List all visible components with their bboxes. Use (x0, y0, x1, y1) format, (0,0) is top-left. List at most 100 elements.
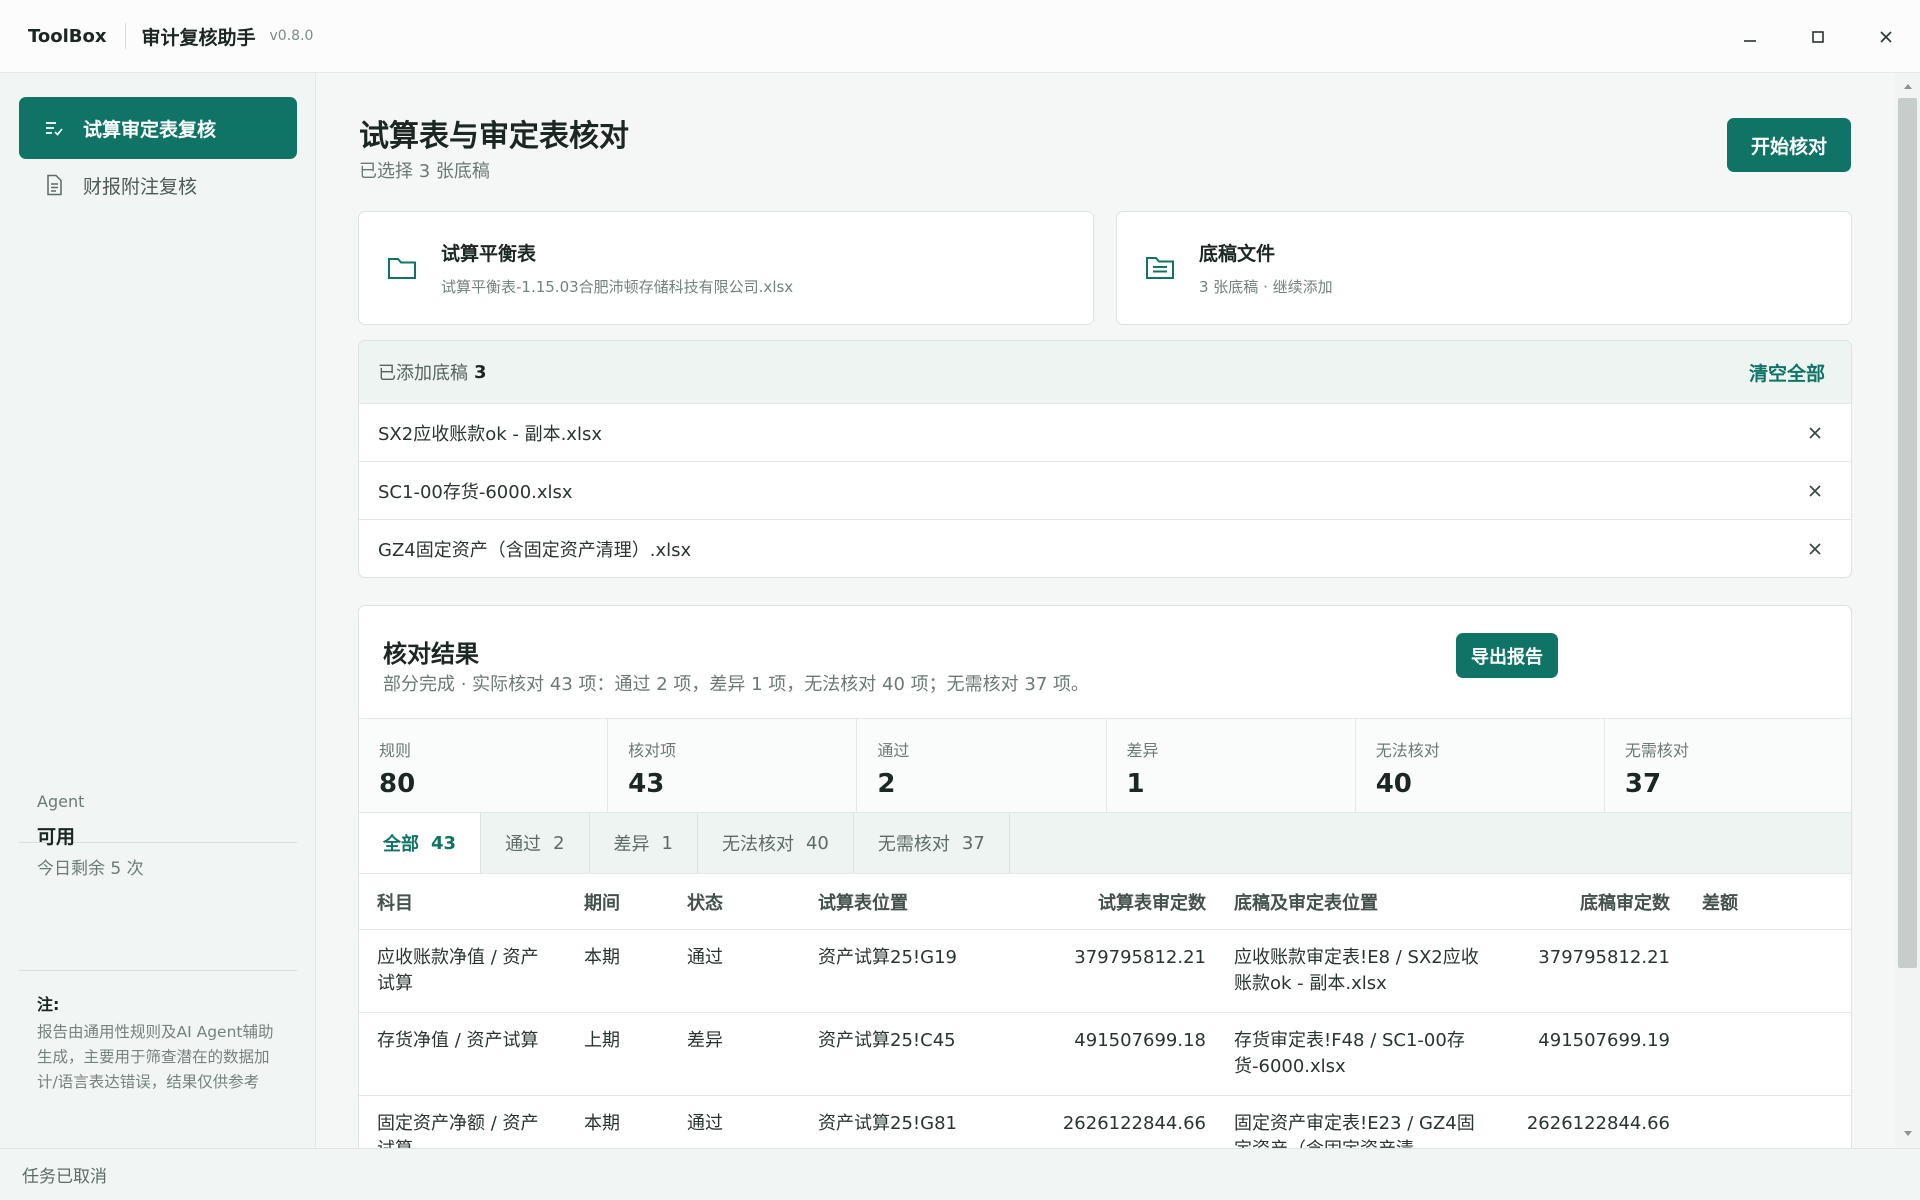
agent-remaining: 今日剩余 5 次 (37, 859, 144, 879)
tab-not-required[interactable]: 无需核对 37 (854, 813, 1010, 873)
close-window-button[interactable] (1852, 0, 1920, 73)
stat-passed: 通过 2 (857, 719, 1107, 812)
trial-balance-title: 试算平衡表 (441, 243, 537, 265)
stat-label: 无法核对 (1375, 741, 1440, 760)
tab-count: 1 (661, 832, 673, 854)
attached-label: 已添加底稿 (378, 363, 468, 384)
sidebar-item-trial-review[interactable]: 试算审定表复核 (19, 97, 297, 159)
cell-difference (1688, 1013, 1851, 1095)
scroll-down-button[interactable] (1898, 1125, 1917, 1143)
tab-passed[interactable]: 通过 2 (481, 813, 590, 873)
stat-value: 2 (877, 769, 896, 799)
tab-count: 37 (961, 832, 985, 854)
workpaper-title: 底稿文件 (1199, 243, 1276, 265)
column-header[interactable]: 差额 (1688, 889, 1851, 915)
filter-tabs: 全部 43 通过 2 差异 1 无法核对 40 无需核对 37 (359, 813, 1851, 874)
stat-rules: 规则 80 (359, 719, 609, 812)
sidebar-item-label: 财报附注复核 (83, 175, 198, 198)
tab-differences[interactable]: 差异 1 (590, 813, 698, 873)
stat-check-items: 核对项 43 (608, 719, 858, 812)
column-header[interactable]: 底稿及审定表位置 (1206, 889, 1508, 915)
stat-value: 37 (1624, 769, 1662, 799)
close-icon (1880, 30, 1892, 43)
table-row[interactable]: 固定资产净额 / 资产试算 本期 通过 资产试算25!G81 262612284… (359, 1096, 1851, 1148)
window-controls (1716, 0, 1920, 73)
app-name: 审计复核助手 (141, 26, 256, 49)
attached-file-name: SX2应收账款ok - 副本.xlsx (378, 423, 602, 445)
title-divider (124, 23, 126, 49)
tab-count: 40 (805, 832, 829, 854)
sidebar-item-notes-review[interactable]: 财报附注复核 (19, 154, 297, 216)
trial-balance-card[interactable]: 试算平衡表 试算平衡表-1.15.03合肥沛顿存储科技有限公司.xlsx (358, 211, 1094, 325)
main-content: 试算表与审定表核对 已选择 3 张底稿 开始核对 试算平衡表 试算平衡表-1.1… (317, 73, 1895, 1148)
export-report-button[interactable]: 导出报告 (1456, 633, 1558, 678)
tab-label: 无需核对 (877, 834, 950, 855)
checklist-icon (43, 117, 65, 139)
remove-file-button[interactable] (1805, 481, 1825, 501)
stat-label: 规则 (379, 741, 412, 760)
workpaper-sub: 3 张底稿 · 继续添加 (1199, 278, 1333, 296)
tab-all[interactable]: 全部 43 (359, 813, 482, 873)
maximize-icon (1812, 30, 1824, 43)
page-subtitle: 已选择 3 张底稿 (359, 161, 490, 182)
clear-all-button[interactable]: 清空全部 (1749, 359, 1825, 386)
column-header[interactable]: 科目 (359, 889, 584, 915)
column-header[interactable]: 底稿审定数 (1508, 889, 1688, 915)
sidebar: 试算审定表复核 财报附注复核 Agent 可用 今日剩余 5 次 注: 报告由通… (0, 73, 316, 1148)
column-header[interactable]: 试算表位置 (818, 889, 1026, 915)
scroll-up-button[interactable] (1898, 77, 1917, 95)
agent-label: Agent (37, 792, 85, 811)
cell-status: 通过 (687, 947, 723, 968)
stat-differences: 差异 1 (1107, 719, 1356, 812)
maximize-button[interactable] (1784, 0, 1852, 73)
cell-tb-location: 资产试算25!G81 (818, 1113, 957, 1134)
column-header[interactable]: 状态 (687, 889, 818, 915)
stat-label: 无需核对 (1624, 741, 1689, 760)
cell-tb-location: 资产试算25!C45 (818, 1030, 956, 1051)
results-summary: 部分完成 · 实际核对 43 项：通过 2 项，差异 1 项，无法核对 40 项… (383, 674, 1089, 695)
table-row[interactable]: 应收账款净值 / 资产试算 本期 通过 资产试算25!G19 379795812… (359, 930, 1851, 1013)
scroll-thumb[interactable] (1898, 98, 1917, 968)
stat-label: 核对项 (628, 741, 677, 760)
note-title: 注: (37, 995, 60, 1014)
sidebar-divider (19, 970, 297, 971)
table-header: 科目 期间 状态 试算表位置 试算表审定数 底稿及审定表位置 底稿审定数 差额 (359, 874, 1851, 930)
cell-status: 差异 (687, 1030, 723, 1051)
cell-difference (1688, 930, 1851, 1012)
start-check-button[interactable]: 开始核对 (1727, 118, 1851, 172)
close-icon (1809, 543, 1821, 555)
remove-file-button[interactable] (1805, 423, 1825, 443)
trial-balance-file: 试算平衡表-1.15.03合肥沛顿存储科技有限公司.xlsx (441, 278, 794, 296)
column-header[interactable]: 期间 (584, 889, 687, 915)
cell-wp-amount: 2626122844.66 (1526, 1113, 1670, 1134)
workpaper-card[interactable]: 底稿文件 3 张底稿 · 继续添加 (1116, 211, 1852, 325)
page-title: 试算表与审定表核对 (359, 119, 629, 154)
stat-label: 差异 (1126, 741, 1159, 760)
brand-label: ToolBox (28, 25, 107, 47)
title-bar: ToolBox 审计复核助手 v0.8.0 (0, 0, 1920, 73)
cell-subject: 固定资产净额 / 资产试算 (377, 1113, 539, 1148)
cell-period: 上期 (584, 1030, 620, 1051)
remove-file-button[interactable] (1805, 539, 1825, 559)
document-icon (43, 174, 65, 196)
list-item: SC1-00存货-6000.xlsx (359, 462, 1851, 520)
file-list-icon (1143, 251, 1177, 285)
table-row[interactable]: 存货净值 / 资产试算 上期 差异 资产试算25!C45 491507699.1… (359, 1013, 1851, 1096)
tab-label: 差异 (613, 834, 650, 855)
stat-not-required: 无需核对 37 (1605, 719, 1851, 812)
list-item: GZ4固定资产（含固定资产清理）.xlsx (359, 520, 1851, 577)
cell-difference (1688, 1096, 1851, 1148)
close-icon (1809, 426, 1821, 439)
cell-wp-location: 应收账款审定表!E8 / SX2应收账款ok - 副本.xlsx (1234, 947, 1479, 994)
column-header[interactable]: 试算表审定数 (1026, 889, 1206, 915)
cell-wp-location: 存货审定表!F48 / SC1-00存货-6000.xlsx (1234, 1030, 1465, 1077)
list-item: SX2应收账款ok - 副本.xlsx (359, 404, 1851, 462)
stat-value: 40 (1375, 769, 1412, 799)
cell-tb-amount: 2626122844.66 (1062, 1113, 1206, 1134)
results-title: 核对结果 (383, 640, 479, 668)
attached-file-name: SC1-00存货-6000.xlsx (378, 481, 573, 503)
status-text: 任务已取消 (22, 1167, 107, 1187)
tab-uncheckable[interactable]: 无法核对 40 (698, 813, 854, 873)
minimize-button[interactable] (1716, 0, 1784, 73)
cell-tb-location: 资产试算25!G19 (818, 947, 957, 968)
